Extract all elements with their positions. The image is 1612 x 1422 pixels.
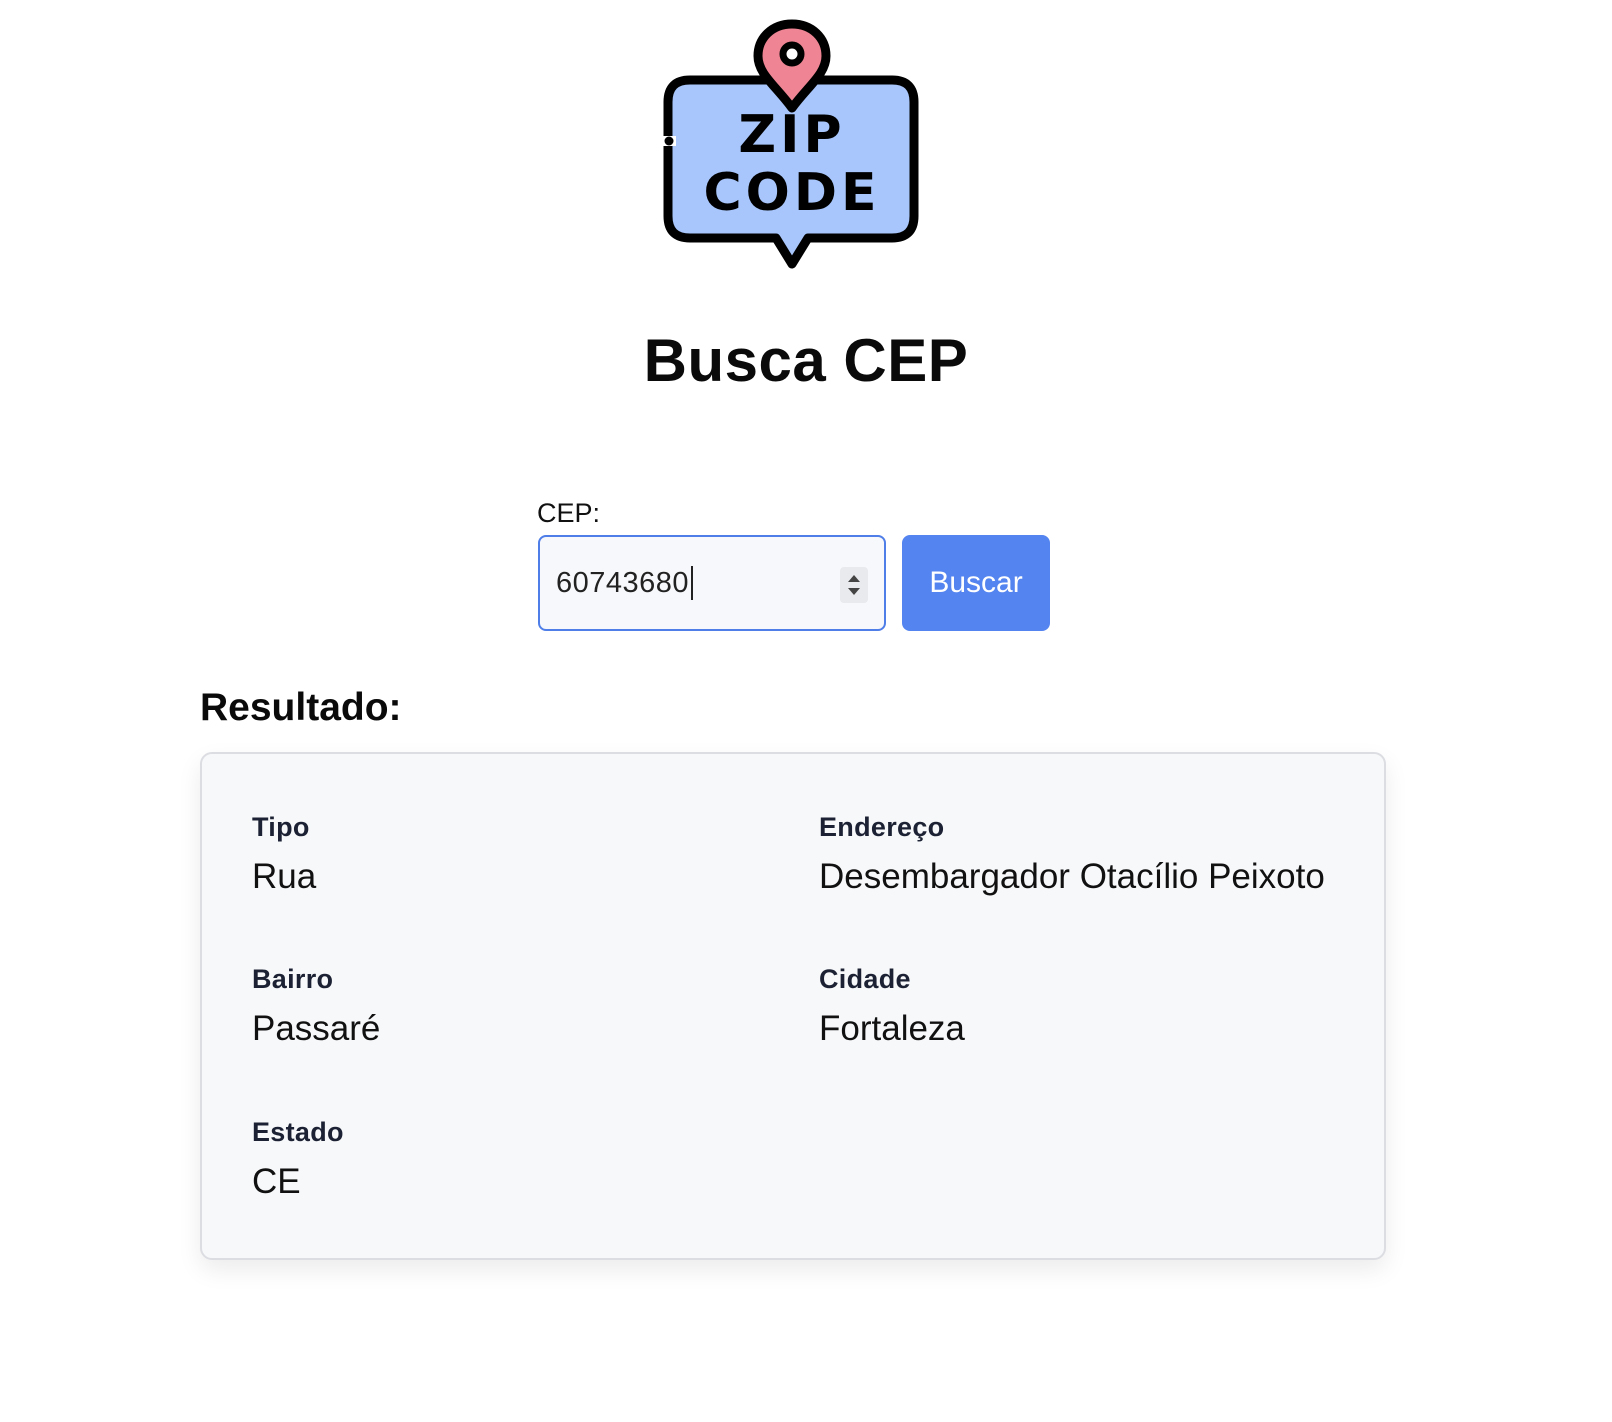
cep-input[interactable]: 60743680 [538, 535, 886, 631]
cep-input-value: 60743680 [556, 566, 690, 599]
field-label: Endereço [819, 812, 945, 842]
result-card: Tipo Rua Endereço Desembargador Otacílio… [200, 752, 1386, 1260]
result-field-estado: Estado CE [252, 1117, 344, 1202]
result-heading: Resultado: [200, 686, 402, 729]
page: ZIP CODE Busca CEP CEP: 60743680 Buscar … [0, 0, 1612, 1422]
result-field-tipo: Tipo Rua [252, 812, 316, 897]
number-stepper[interactable] [840, 567, 868, 603]
logo-text-code: CODE [703, 163, 880, 223]
stepper-down-icon[interactable] [848, 588, 860, 595]
search-button[interactable]: Buscar [902, 535, 1050, 631]
text-caret [691, 566, 694, 600]
field-label: Bairro [252, 964, 334, 994]
page-title: Busca CEP [643, 327, 969, 394]
result-field-cidade: Cidade Fortaleza [819, 964, 965, 1049]
field-value: Passaré [252, 1009, 381, 1048]
result-field-endereco: Endereço Desembargador Otacílio Peixoto [819, 812, 1325, 897]
field-label: Cidade [819, 964, 911, 994]
field-label: Estado [252, 1117, 344, 1147]
result-field-bairro: Bairro Passaré [252, 964, 380, 1049]
logo-text-zip: ZIP [738, 105, 845, 165]
field-value: Fortaleza [819, 1009, 965, 1048]
field-value: Desembargador Otacílio Peixoto [819, 857, 1325, 896]
stepper-up-icon[interactable] [848, 575, 860, 582]
field-value: Rua [252, 857, 317, 896]
field-value: CE [252, 1162, 301, 1201]
field-label: Tipo [252, 812, 310, 842]
zip-code-logo: ZIP CODE [662, 19, 919, 269]
cep-label: CEP: [537, 498, 601, 528]
